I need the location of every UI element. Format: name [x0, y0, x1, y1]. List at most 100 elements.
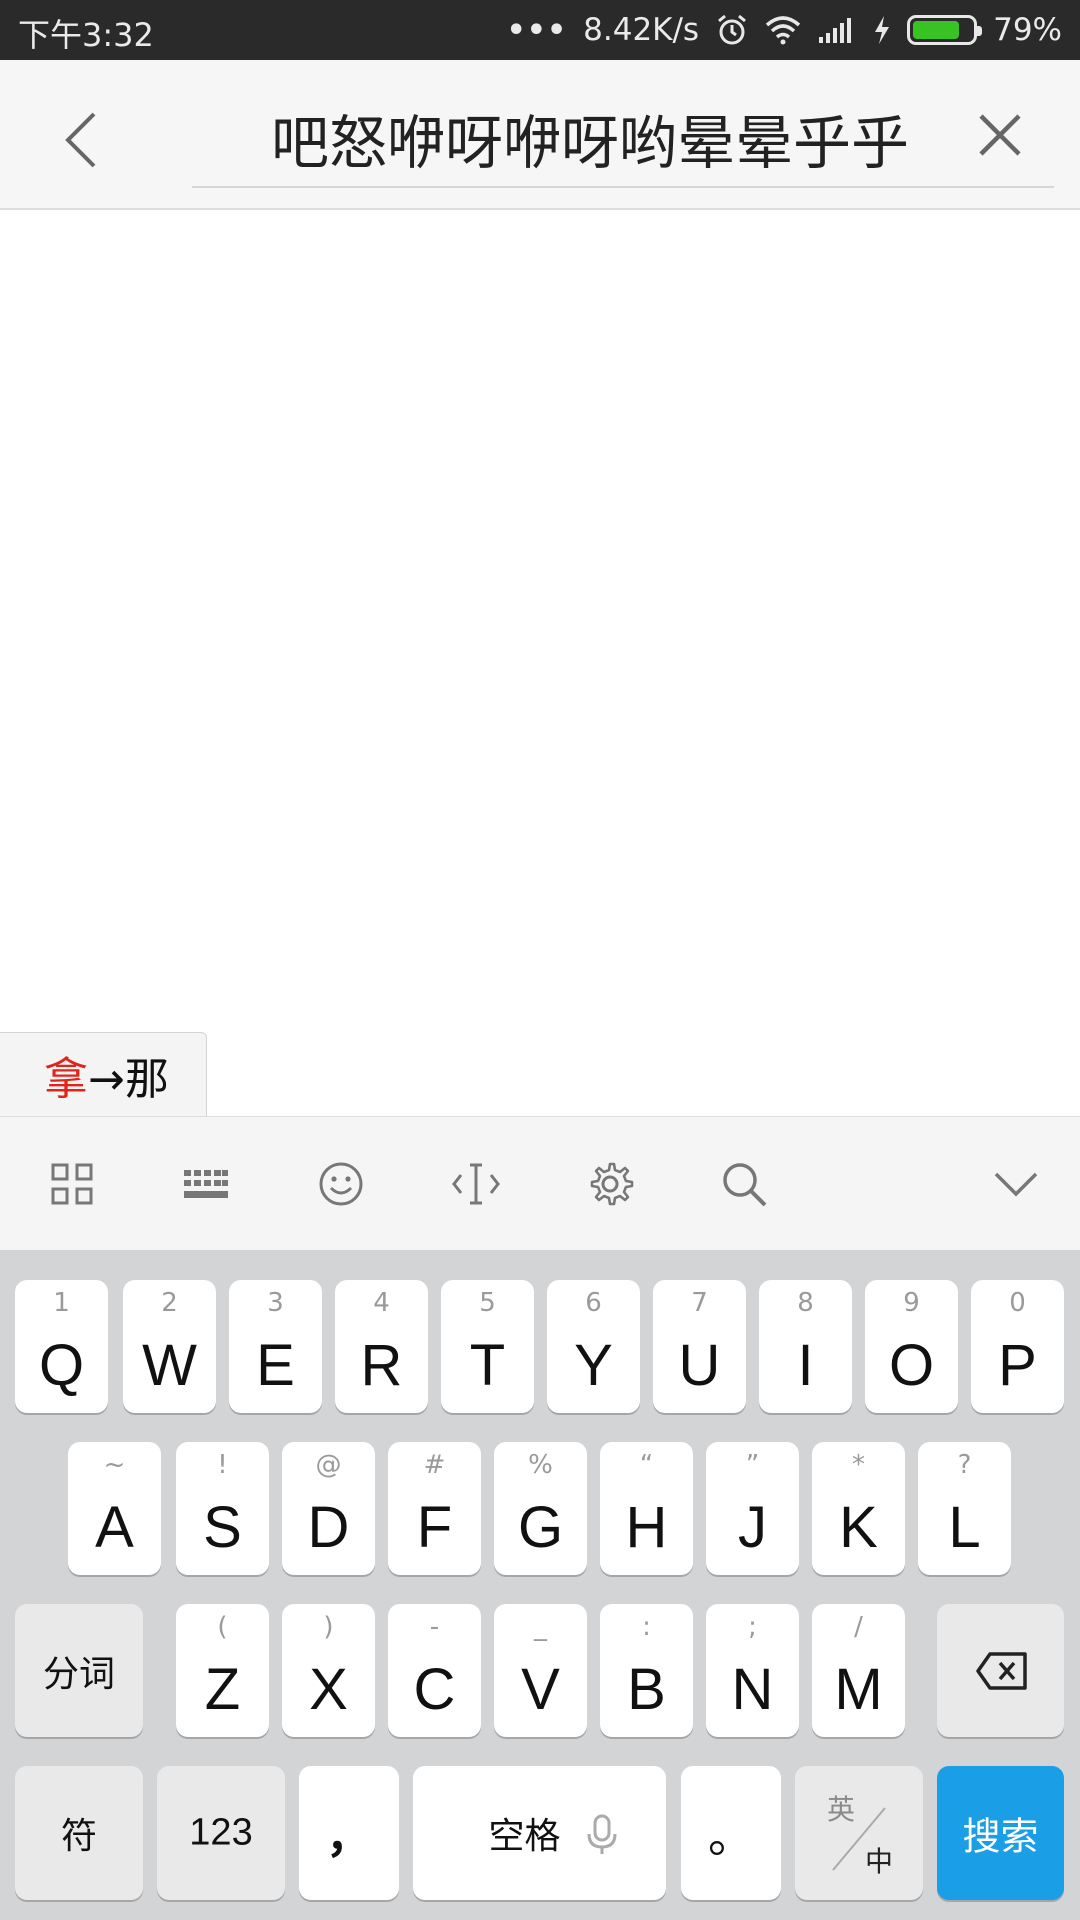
- key-d[interactable]: @ D: [282, 1442, 375, 1575]
- key-sub-label: *: [852, 1450, 865, 1480]
- key-main-label: I: [797, 1333, 814, 1398]
- key-b[interactable]: :B: [600, 1604, 693, 1737]
- battery-level: [913, 21, 959, 39]
- key-main-label: M: [834, 1657, 883, 1722]
- symbols-key[interactable]: 符: [15, 1766, 143, 1900]
- key-main-label: W: [142, 1333, 197, 1398]
- key-main-label: Q: [38, 1333, 85, 1398]
- key-label: 搜索: [962, 1814, 1039, 1859]
- key-main-label: F: [416, 1495, 453, 1560]
- key-e[interactable]: 3E: [229, 1280, 322, 1413]
- fenci-key[interactable]: 分词: [15, 1604, 143, 1737]
- key-main-label: P: [998, 1333, 1037, 1398]
- status-right: ••• 8.42K/s 79%: [507, 8, 1062, 52]
- key-j[interactable]: ” J: [706, 1442, 799, 1575]
- search-icon[interactable]: [714, 1154, 774, 1214]
- candidate-highlight: 拿: [44, 1053, 88, 1105]
- key-main-label: G: [517, 1495, 564, 1560]
- lang-zh-label: 中: [865, 1845, 894, 1878]
- key-main-label: Z: [204, 1657, 241, 1722]
- search-query: 吧怒咿呀咿呀哟晕晕乎乎: [270, 109, 909, 177]
- comma-key[interactable]: ，: [299, 1766, 399, 1900]
- candidate-suggestion[interactable]: 拿 →那: [0, 1032, 207, 1116]
- period-key[interactable]: 。: [681, 1766, 781, 1900]
- grid-icon[interactable]: [42, 1154, 102, 1214]
- key-sub-label: 3: [267, 1288, 284, 1318]
- key-a[interactable]: ~ A: [68, 1442, 161, 1575]
- key-w[interactable]: 2W: [123, 1280, 216, 1413]
- key-sub-label: (: [217, 1612, 228, 1642]
- key-n[interactable]: ; N: [706, 1604, 799, 1737]
- key-sub-label: @: [315, 1450, 342, 1480]
- key-o[interactable]: 9O: [865, 1280, 958, 1413]
- key-main-label: O: [888, 1333, 935, 1398]
- emoji-icon[interactable]: [311, 1154, 371, 1214]
- chevron-left-icon: [65, 112, 96, 168]
- key-sub-label: ”: [745, 1450, 760, 1480]
- key-x[interactable]: ) X: [282, 1604, 375, 1737]
- close-icon: [979, 114, 1021, 156]
- key-sub-label: 2: [161, 1288, 178, 1318]
- key-t[interactable]: 5T: [441, 1280, 534, 1413]
- key-main-label: L: [948, 1495, 981, 1560]
- key-main-label: S: [203, 1495, 242, 1560]
- search-input[interactable]: 吧怒咿呀咿呀哟晕晕乎乎: [192, 60, 1054, 188]
- clear-button[interactable]: [970, 105, 1030, 165]
- key-sub-label: -: [429, 1612, 440, 1642]
- key-u[interactable]: 7U: [653, 1280, 746, 1413]
- language-switch-key[interactable]: 英 中: [795, 1766, 923, 1900]
- key-y[interactable]: 6Y: [547, 1280, 640, 1413]
- key-f[interactable]: # F: [388, 1442, 481, 1575]
- key-q[interactable]: 1Q: [15, 1280, 108, 1413]
- key-sub-label: ): [323, 1612, 334, 1642]
- search-action-key[interactable]: 搜索: [937, 1766, 1064, 1900]
- key-sub-label: 8: [797, 1288, 814, 1318]
- numbers-key[interactable]: 123: [157, 1766, 285, 1900]
- back-button[interactable]: [40, 100, 120, 180]
- key-sub-label: 7: [691, 1288, 708, 1318]
- key-label: ，: [326, 1809, 372, 1863]
- key-p[interactable]: 0P: [971, 1280, 1064, 1413]
- key-label: 分词: [42, 1653, 115, 1695]
- space-key[interactable]: 空格: [413, 1766, 666, 1900]
- key-m[interactable]: / M: [812, 1604, 905, 1737]
- key-g[interactable]: % G: [494, 1442, 587, 1575]
- collapse-chevron-icon[interactable]: [986, 1154, 1046, 1214]
- key-sub-label: 0: [1009, 1288, 1026, 1318]
- key-main-label: U: [678, 1333, 721, 1398]
- backspace-key[interactable]: [937, 1604, 1064, 1737]
- cursor-icon[interactable]: [446, 1154, 506, 1214]
- key-main-label: B: [627, 1657, 666, 1722]
- key-k[interactable]: * K: [812, 1442, 905, 1575]
- key-l[interactable]: ? L: [918, 1442, 1011, 1575]
- key-r[interactable]: 4R: [335, 1280, 428, 1413]
- key-main-label: V: [521, 1657, 560, 1722]
- key-h[interactable]: “H: [600, 1442, 693, 1575]
- key-sub-label: 4: [373, 1288, 390, 1318]
- key-sub-label: :: [642, 1612, 651, 1642]
- key-c[interactable]: -C: [388, 1604, 481, 1737]
- charging-icon: [873, 15, 891, 45]
- backspace-icon: [976, 1652, 1027, 1690]
- key-main-label: N: [731, 1657, 774, 1722]
- key-main-label: Y: [574, 1333, 613, 1398]
- alarm-icon: [715, 13, 749, 47]
- key-sub-label: ?: [957, 1450, 972, 1480]
- key-main-label: D: [307, 1495, 350, 1560]
- settings-icon[interactable]: [580, 1154, 640, 1214]
- keyboard-icon[interactable]: [176, 1154, 236, 1214]
- search-header: 吧怒咿呀咿呀哟晕晕乎乎: [0, 60, 1080, 210]
- key-v[interactable]: _ V: [494, 1604, 587, 1737]
- key-main-label: K: [839, 1495, 878, 1560]
- key-sub-label: /: [854, 1612, 863, 1642]
- key-sub-label: 1: [53, 1288, 70, 1318]
- key-label: 123: [189, 1811, 253, 1854]
- key-z[interactable]: (Z: [176, 1604, 269, 1737]
- key-s[interactable]: ! S: [176, 1442, 269, 1575]
- network-speed: 8.42K/s: [583, 12, 700, 48]
- key-sub-label: !: [217, 1450, 228, 1480]
- key-sub-label: 6: [585, 1288, 602, 1318]
- key-main-label: R: [360, 1333, 403, 1398]
- key-sub-label: ~: [103, 1450, 126, 1480]
- key-i[interactable]: 8I: [759, 1280, 852, 1413]
